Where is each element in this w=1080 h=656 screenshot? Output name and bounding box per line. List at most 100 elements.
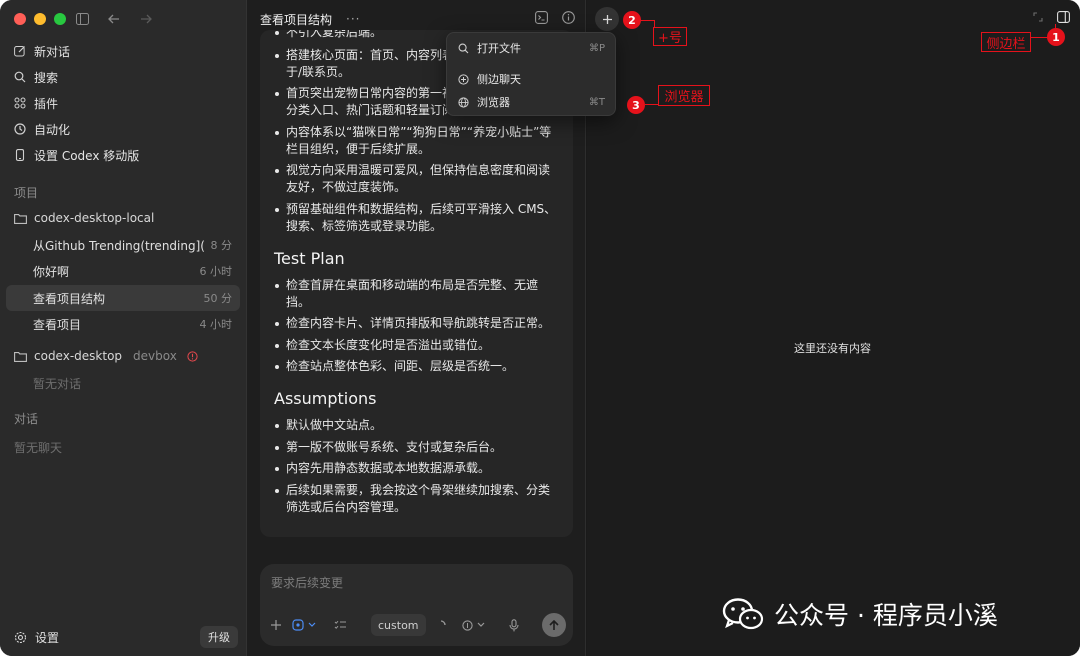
panel-toolbar [1033, 11, 1070, 23]
chevron-down-icon [308, 622, 316, 627]
menu-item-label: 打开文件 [477, 42, 521, 55]
test-plan-heading: Test Plan [274, 248, 345, 268]
back-arrow-icon[interactable] [105, 10, 123, 28]
sidebar-nav: 新对话 搜索 插件 自动化 设置 Codex 移动版 [6, 38, 240, 168]
thread-title: 从Github Trending(trending](ht... [33, 238, 205, 253]
maximize-window-button[interactable] [54, 13, 66, 25]
arrow-up-icon [549, 619, 559, 630]
project-codex-desktop-local[interactable]: codex-desktop-local [6, 205, 240, 231]
more-options-icon[interactable]: ··· [346, 12, 360, 26]
globe-icon [458, 96, 469, 108]
nav-label: 新对话 [34, 44, 71, 59]
app-window: 新对话 搜索 插件 自动化 设置 Codex 移动版 项目 codex-desk [0, 0, 1080, 656]
list-item: 内容先用静态数据或本地数据源承载。 [274, 460, 559, 477]
settings-button[interactable]: 设置 [14, 629, 59, 646]
info-icon[interactable] [562, 11, 575, 24]
forward-arrow-icon[interactable] [137, 10, 155, 28]
menu-item-shortcut: ⌘T [588, 96, 605, 108]
list-item: 默认做中文站点。 [274, 417, 559, 434]
add-attachment-icon[interactable] [270, 619, 282, 631]
menu-item-side-chat[interactable]: 侧边聊天 [455, 68, 607, 90]
grid-icon [14, 97, 26, 109]
annotation-label-browser: 浏览器 [658, 85, 710, 106]
menu-item-shortcut: ⌘P [588, 42, 605, 54]
loading-spinner-icon [440, 620, 446, 626]
list-item: 第一版不做账号系统、支付或复杂后台。 [274, 439, 559, 456]
chevron-down-icon [477, 622, 484, 627]
nav-label: 搜索 [34, 70, 59, 85]
phone-icon [15, 149, 25, 161]
annotation-connector [1031, 37, 1048, 38]
close-window-button[interactable] [14, 13, 26, 25]
send-button[interactable] [542, 613, 566, 637]
wechat-logo-icon [722, 598, 764, 630]
list-item: 检查文本长度变化时是否溢出或错位。 [274, 337, 559, 354]
empty-state-text: 这里还没有内容 [794, 342, 871, 355]
search-icon [14, 71, 26, 83]
projects-section-label: 项目 [14, 186, 39, 200]
annotation-badge-1: 1 [1047, 28, 1065, 46]
thread-time: 50 分 [203, 292, 233, 305]
project-codex-desktop[interactable]: codex-desktop devbox [6, 343, 240, 369]
permissions-selector[interactable] [292, 619, 316, 631]
composer-input[interactable]: 要求后续变更 [271, 574, 343, 591]
nav-codex-mobile[interactable]: 设置 Codex 移动版 [6, 142, 240, 168]
watermark-text: 公众号 · 程序员小溪 [774, 601, 998, 630]
project-tag: devbox [133, 349, 177, 363]
list-item: 视觉方向采用温暖可爱风，但保持信息密度和阅读友好，不做过度装饰。 [274, 162, 559, 196]
folder-icon [14, 213, 27, 224]
menu-item-open-file[interactable]: 打开文件 ⌘P [455, 37, 607, 59]
checklist-icon[interactable] [334, 619, 347, 631]
settings-label: 设置 [35, 631, 60, 645]
thread-title: 查看项目结构 [33, 291, 106, 306]
sidebar: 新对话 搜索 插件 自动化 设置 Codex 移动版 项目 codex-desk [0, 0, 247, 656]
warning-icon [187, 350, 198, 362]
model-selector[interactable]: custom [371, 614, 426, 636]
nav-new-chat[interactable]: 新对话 [6, 38, 240, 64]
menu-item-browser[interactable]: 浏览器 ⌘T [455, 91, 607, 113]
minimize-window-button[interactable] [34, 13, 46, 25]
plus-circle-icon [458, 73, 469, 85]
reasoning-selector[interactable] [461, 619, 485, 631]
list-item: 检查站点整体色彩、间距、层级是否统一。 [274, 358, 559, 375]
window-toolbar [73, 10, 155, 28]
thread-item[interactable]: 你好啊 6 小时 [6, 258, 240, 284]
project-empty-note: 暂无对话 [33, 377, 82, 391]
thread-item[interactable]: 查看项目 4 小时 [6, 311, 240, 337]
thread-time: 6 小时 [199, 265, 233, 278]
nav-label: 自动化 [34, 122, 71, 137]
toggle-right-sidebar-icon[interactable] [1057, 11, 1070, 23]
upgrade-button[interactable]: 升级 [200, 626, 238, 648]
composer[interactable]: 要求后续变更 custom [260, 564, 573, 646]
annotation-badge-3: 3 [627, 96, 645, 114]
microphone-icon[interactable] [508, 618, 519, 632]
project-name: codex-desktop [34, 349, 123, 363]
nav-automation[interactable]: 自动化 [6, 116, 240, 142]
test-plan-list: 检查首屏在桌面和移动端的布局是否完整、无遮挡。 检查内容卡片、详情页排版和导航跳… [274, 277, 559, 376]
annotation-connector [641, 20, 654, 21]
chats-section-label: 对话 [14, 412, 39, 426]
shield-icon [292, 619, 304, 631]
window-controls [14, 13, 66, 25]
add-panel-button[interactable] [595, 7, 619, 31]
thread-item[interactable]: 从Github Trending(trending](ht... 8 分 [6, 232, 240, 258]
list-item: 内容体系以“猫咪日常”“狗狗日常”“养宠小贴士”等栏目组织，便于后续扩展。 [274, 124, 559, 158]
nav-search[interactable]: 搜索 [6, 64, 240, 90]
menu-item-label: 侧边聊天 [477, 73, 521, 86]
expand-icon[interactable] [1033, 12, 1043, 22]
list-item: 检查内容卡片、详情页排版和导航跳转是否正常。 [274, 315, 559, 332]
composer-toolbar: custom [270, 612, 565, 638]
terminal-icon[interactable] [535, 11, 548, 24]
plus-icon [602, 14, 612, 24]
folder-icon [14, 351, 27, 362]
gear-icon [14, 631, 27, 644]
assumptions-list: 默认做中文站点。 第一版不做账号系统、支付或复杂后台。 内容先用静态数据或本地数… [274, 417, 559, 516]
annotation-connector [654, 20, 655, 28]
edit-icon [14, 46, 25, 57]
nav-plugins[interactable]: 插件 [6, 90, 240, 116]
assumptions-heading: Assumptions [274, 389, 377, 408]
thread-item-active[interactable]: 查看项目结构 50 分 [6, 285, 240, 311]
toggle-sidebar-icon[interactable] [73, 10, 91, 28]
nav-label: 插件 [34, 96, 59, 111]
annotation-connector [1055, 24, 1056, 30]
